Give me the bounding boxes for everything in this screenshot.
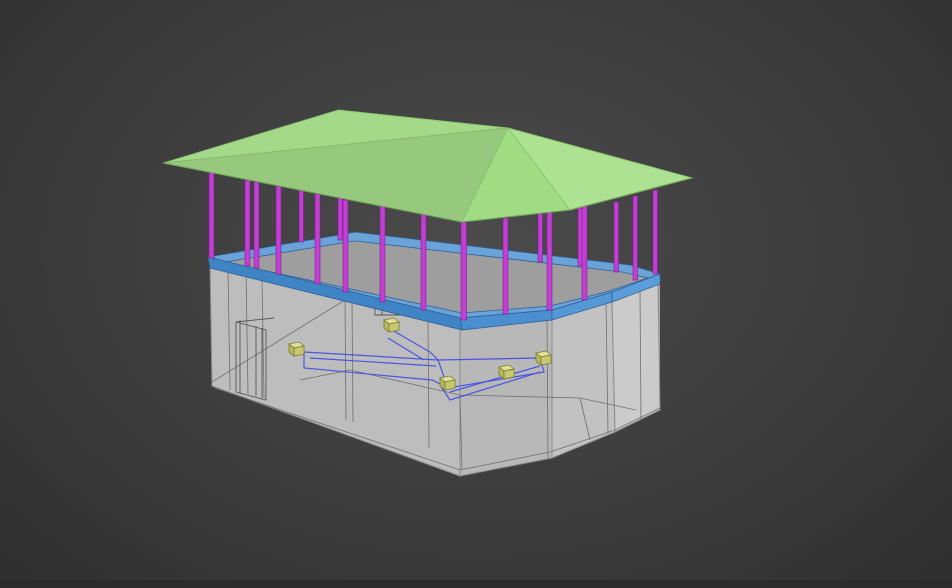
column[interactable] — [298, 189, 304, 243]
column[interactable] — [244, 179, 251, 267]
light-helper-5[interactable] — [535, 350, 552, 366]
column[interactable] — [546, 211, 553, 311]
wall-right-face — [611, 281, 661, 433]
viewport-bottom-bar — [0, 580, 952, 588]
column[interactable] — [337, 195, 343, 241]
column[interactable] — [253, 181, 260, 269]
column[interactable] — [379, 205, 386, 303]
column[interactable] — [652, 189, 658, 275]
column[interactable] — [632, 195, 638, 281]
light-helper-3[interactable] — [439, 375, 456, 391]
light-helper-4[interactable] — [498, 364, 515, 380]
light-helper-1[interactable] — [288, 341, 305, 357]
column[interactable] — [208, 171, 215, 259]
scene-3d[interactable] — [0, 0, 952, 588]
column[interactable] — [342, 199, 349, 293]
column[interactable] — [613, 201, 619, 273]
perspective-viewport[interactable] — [0, 0, 952, 588]
roof[interactable] — [162, 109, 694, 223]
column[interactable] — [502, 217, 509, 315]
wall-corner-face — [551, 299, 616, 459]
column[interactable] — [460, 221, 467, 321]
column[interactable] — [314, 193, 321, 285]
column[interactable] — [537, 211, 543, 263]
column[interactable] — [275, 185, 282, 275]
column[interactable] — [420, 213, 427, 311]
column[interactable] — [581, 205, 588, 301]
light-helper-2[interactable] — [383, 317, 400, 333]
